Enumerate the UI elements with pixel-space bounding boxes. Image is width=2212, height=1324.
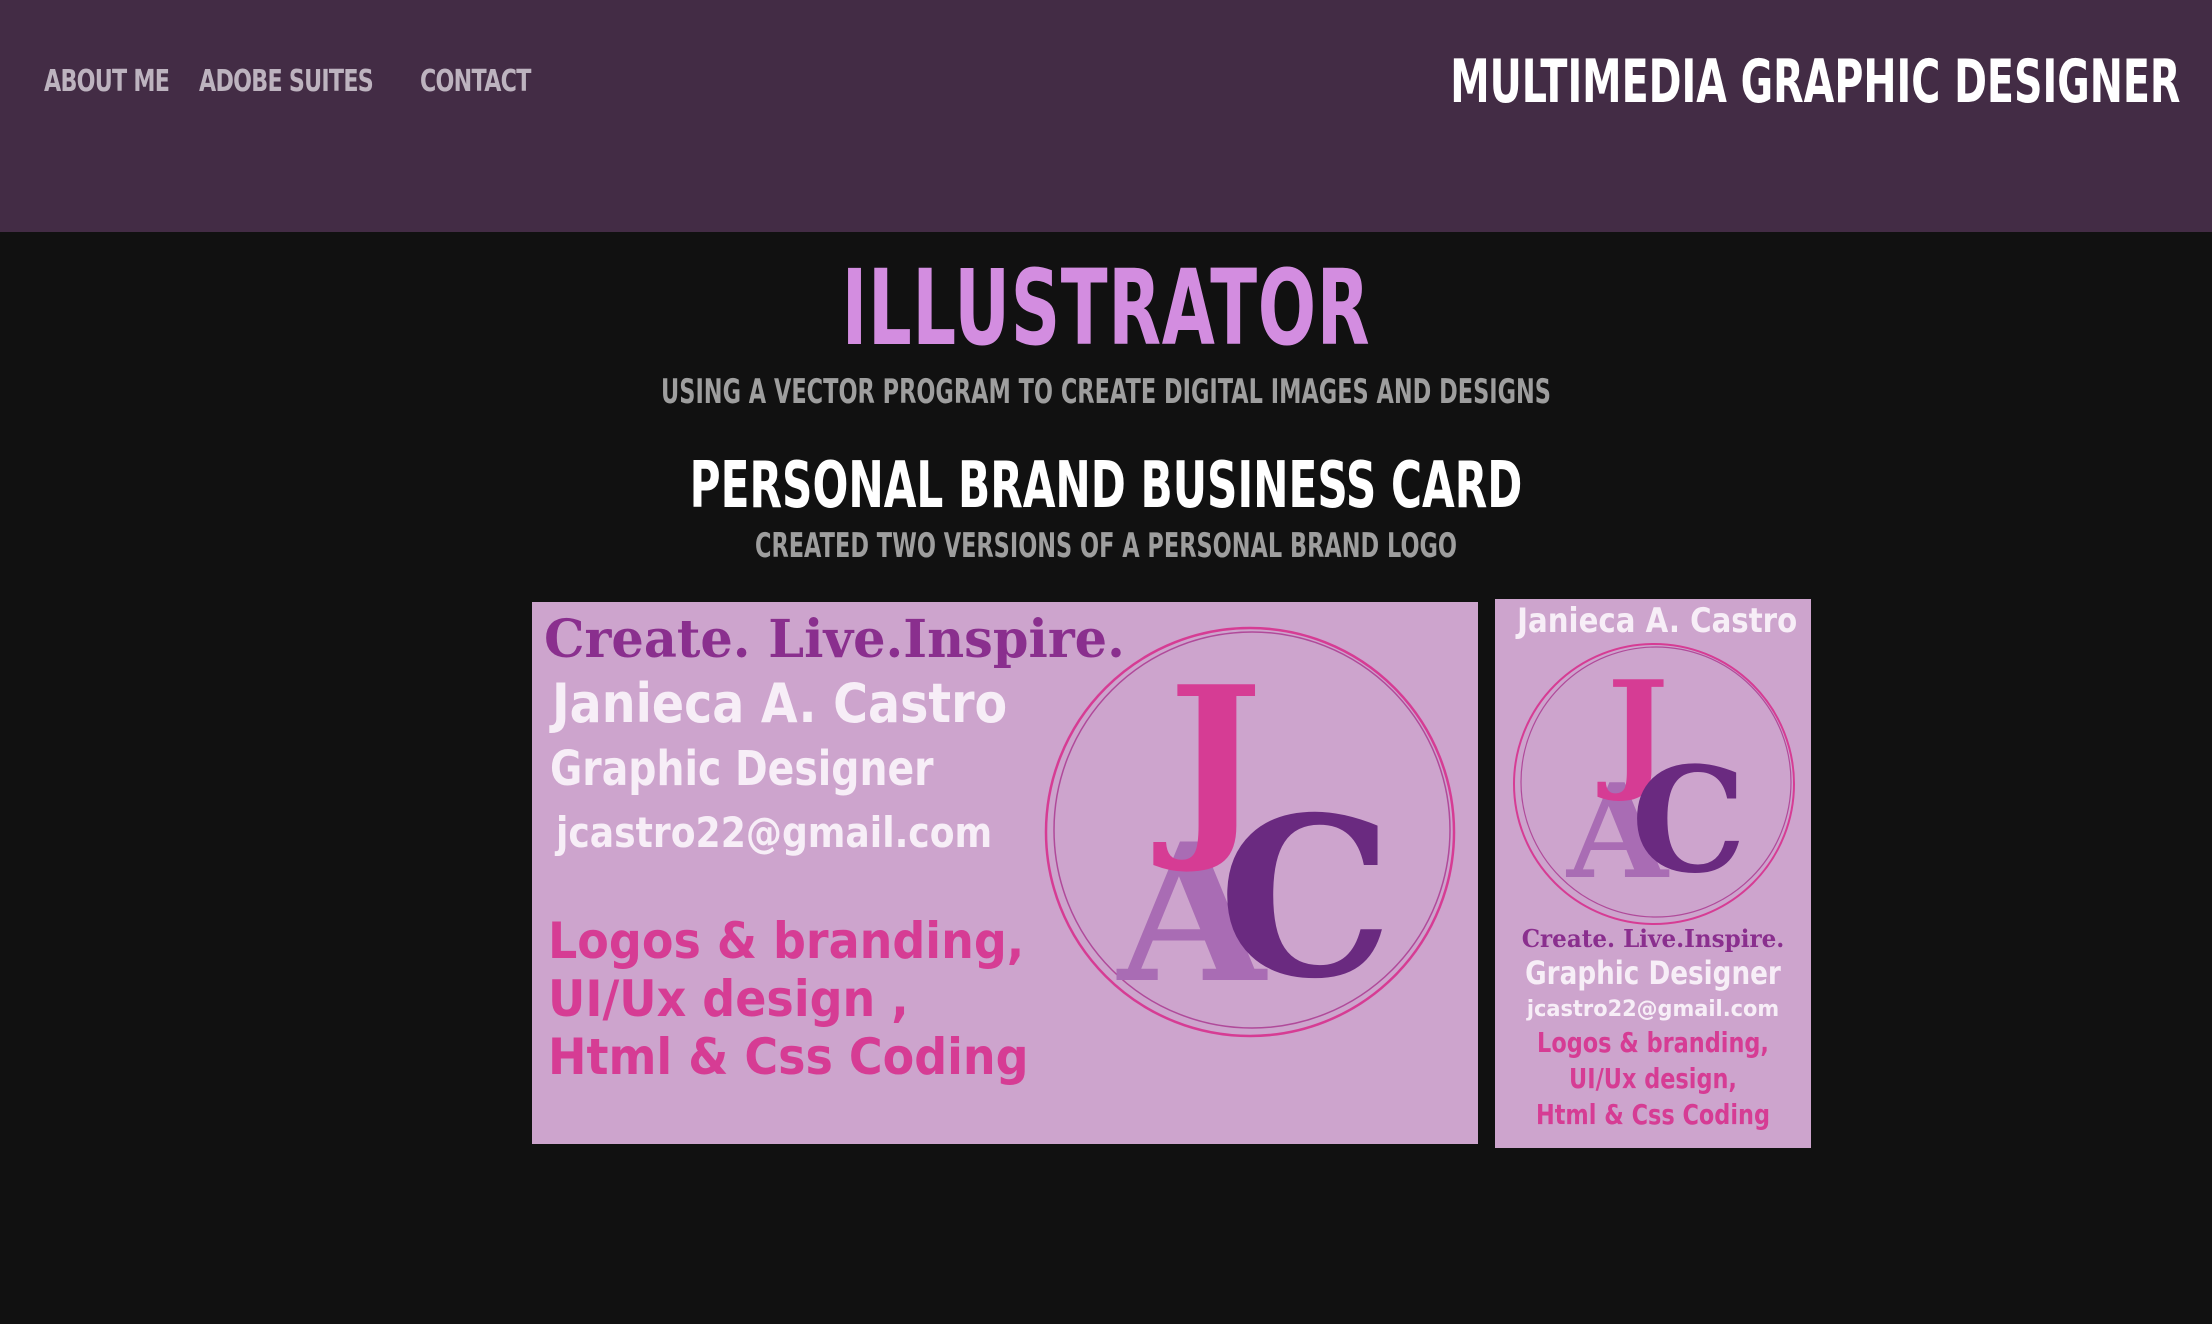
section-title: ILLUSTRATOR xyxy=(841,247,1371,369)
card-skill-line: UI/Ux design, xyxy=(1569,1062,1737,1095)
card-tagline: Create. Live.Inspire. xyxy=(1521,924,1785,953)
card-skill-line: Html & Css Coding xyxy=(1535,1098,1771,1131)
card-role: Graphic Designer xyxy=(1525,954,1781,992)
nav-link-about-me[interactable]: ABOUT ME xyxy=(44,60,170,104)
nav-link-adobe-suites[interactable]: ADOBE SUITES xyxy=(199,60,374,104)
card-skill-line: Logos & branding, xyxy=(548,912,1025,970)
logo-letter-c: C xyxy=(1218,768,1393,1027)
card-email: jcastro22@gmail.com xyxy=(1526,997,1780,1022)
card-role: Graphic Designer xyxy=(550,741,934,797)
site-title: MULTIMEDIA GRAPHIC DESIGNER xyxy=(1449,47,2180,117)
card-name: Janieca A. Castro xyxy=(552,672,1008,735)
card-skills: Logos & branding, UI/Ux design , Html & … xyxy=(548,912,1070,1086)
card-email: jcastro22@gmail.com xyxy=(556,808,993,857)
card-name: Janieca A. Castro xyxy=(1517,601,1798,641)
project-title: PERSONAL BRAND BUSINESS CARD xyxy=(689,449,1523,523)
logo-letter-c: C xyxy=(1631,736,1746,906)
project-subtitle: CREATED TWO VERSIONS OF A PERSONAL BRAND… xyxy=(754,526,1458,566)
jac-monogram-logo: A J C xyxy=(1038,620,1466,1048)
card-skill-line: UI/Ux design , xyxy=(548,970,909,1028)
main-nav: ABOUT ME ADOBE SUITES CONTACT xyxy=(44,60,532,104)
site-header: ABOUT ME ADOBE SUITES CONTACT MULTIMEDIA… xyxy=(0,0,2212,232)
card-skills: Logos & branding, UI/Ux design, Html & C… xyxy=(1495,1025,1811,1133)
jac-monogram-logo: A J C xyxy=(1509,639,1799,929)
nav-link-contact[interactable]: CONTACT xyxy=(420,60,531,104)
business-card-vertical: Janieca A. Castro A J C Create. Live.Ins… xyxy=(1495,599,1811,1148)
business-card-horizontal: Create. Live.Inspire. Janieca A. Castro … xyxy=(532,602,1478,1144)
section-subtitle: USING A VECTOR PROGRAM TO CREATE DIGITAL… xyxy=(661,372,1551,412)
card-skill-line: Logos & branding, xyxy=(1537,1026,1769,1059)
card-skill-line: Html & Css Coding xyxy=(548,1028,1029,1086)
